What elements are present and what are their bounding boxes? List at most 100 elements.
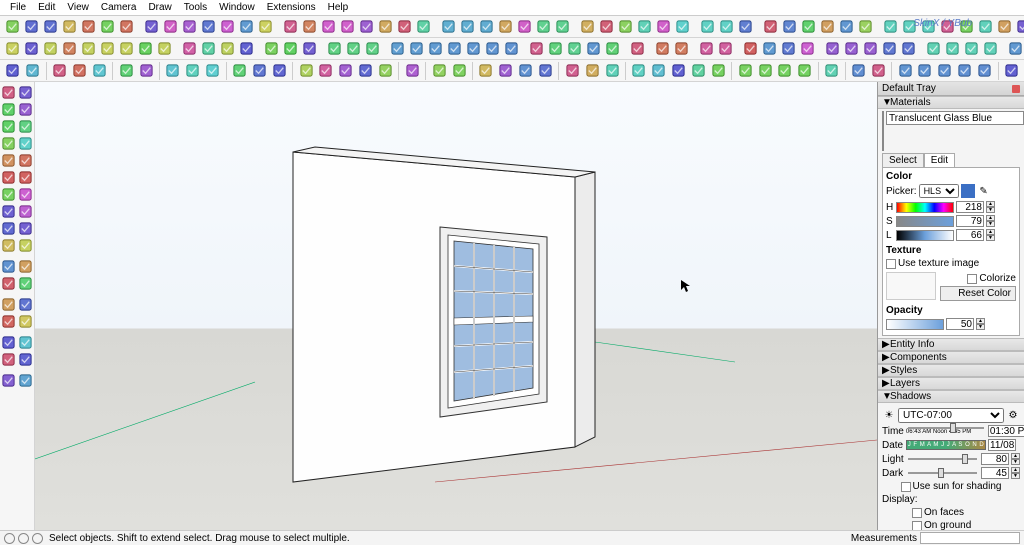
measurements-input[interactable] xyxy=(920,532,1020,544)
menu-window[interactable]: Window xyxy=(213,0,261,15)
green-icon[interactable] xyxy=(61,39,78,58)
lum-spinner[interactable]: ▲▼ xyxy=(986,229,995,241)
on-ground-checkbox[interactable] xyxy=(912,521,922,531)
export-icon[interactable] xyxy=(823,61,841,80)
steel-icon[interactable] xyxy=(838,17,855,36)
pin-icon[interactable] xyxy=(1012,85,1020,93)
paint2-icon[interactable] xyxy=(345,39,362,58)
scale-tool[interactable] xyxy=(17,220,34,237)
polygon-tool[interactable] xyxy=(0,152,17,169)
material-name-input[interactable] xyxy=(886,111,1024,125)
menu-camera[interactable]: Camera xyxy=(95,0,143,15)
sphere-draw-icon[interactable] xyxy=(117,61,135,80)
red1-icon[interactable] xyxy=(4,39,21,58)
sandbox1-icon[interactable] xyxy=(882,17,899,36)
unhide-icon[interactable] xyxy=(164,61,182,80)
cube-front-icon[interactable] xyxy=(23,17,40,36)
cont-icon[interactable] xyxy=(780,39,797,58)
select-tool[interactable] xyxy=(0,84,17,101)
tape-tool[interactable] xyxy=(17,237,34,254)
slope2-icon[interactable] xyxy=(717,39,734,58)
follow-icon[interactable] xyxy=(238,17,255,36)
cube-iso-icon[interactable] xyxy=(4,17,21,36)
cube-right-icon[interactable] xyxy=(80,17,97,36)
bulb-icon[interactable] xyxy=(1002,61,1020,80)
shadows-toggle-icon[interactable]: ☀ xyxy=(882,409,896,423)
door-icon[interactable] xyxy=(636,17,653,36)
eyedropper-icon[interactable]: ✎ xyxy=(977,184,991,198)
cloud3-icon[interactable] xyxy=(963,39,980,58)
sun-icon[interactable] xyxy=(231,61,249,80)
opacity-value[interactable] xyxy=(946,318,974,330)
push-tool[interactable] xyxy=(17,186,34,203)
panel-materials-header[interactable]: ▼Materials xyxy=(878,96,1024,109)
box1-icon[interactable] xyxy=(440,17,457,36)
wall-icon[interactable] xyxy=(579,17,596,36)
arc3-tool[interactable] xyxy=(17,169,34,186)
pencil-tool[interactable] xyxy=(0,101,17,118)
pie-tool[interactable] xyxy=(0,186,17,203)
menu-help[interactable]: Help xyxy=(322,0,355,15)
cart-icon[interactable] xyxy=(849,61,867,80)
follow2-tool[interactable] xyxy=(0,237,17,254)
tube-icon[interactable] xyxy=(604,39,621,58)
dim-icon[interactable] xyxy=(450,61,468,80)
vert-icon[interactable] xyxy=(761,39,778,58)
explode-icon[interactable] xyxy=(497,61,515,80)
chamfer-icon[interactable] xyxy=(162,17,179,36)
reset-color-button[interactable]: Reset Color xyxy=(940,286,1016,301)
fillet-icon[interactable] xyxy=(143,17,160,36)
use-sun-checkbox[interactable] xyxy=(901,482,911,492)
gem-icon[interactable] xyxy=(629,39,646,58)
offset-icon[interactable] xyxy=(200,17,217,36)
measure-icon[interactable] xyxy=(430,61,448,80)
sphere-g-icon[interactable] xyxy=(547,39,564,58)
parallel-icon[interactable] xyxy=(282,17,299,36)
plane-icon[interactable] xyxy=(250,61,268,80)
pan-tool[interactable] xyxy=(17,296,34,313)
rect-tool[interactable] xyxy=(0,135,17,152)
previz-icon[interactable] xyxy=(1015,17,1024,36)
boxes3-icon[interactable] xyxy=(554,17,571,36)
cyan-icon[interactable] xyxy=(80,39,97,58)
v1-icon[interactable] xyxy=(736,61,754,80)
date-slider[interactable]: J F M A M J J A S O N D xyxy=(906,440,986,450)
grid3-icon[interactable] xyxy=(699,17,716,36)
light-value[interactable] xyxy=(981,453,1009,465)
eraser-tool[interactable] xyxy=(17,84,34,101)
box-sel-icon[interactable] xyxy=(71,61,89,80)
yellow-icon[interactable] xyxy=(42,39,59,58)
cloud2-icon[interactable] xyxy=(944,39,961,58)
axes5-icon[interactable] xyxy=(976,61,994,80)
circle-tool[interactable] xyxy=(17,135,34,152)
offset2-tool[interactable] xyxy=(0,203,17,220)
cloud1-icon[interactable] xyxy=(925,39,942,58)
lamp-icon[interactable] xyxy=(528,39,545,58)
swap-icon[interactable] xyxy=(181,39,198,58)
3d-viewport[interactable] xyxy=(35,82,877,530)
move-tool[interactable] xyxy=(17,203,34,220)
arc-tool[interactable] xyxy=(17,152,34,169)
cone-icon[interactable] xyxy=(585,39,602,58)
flip-icon[interactable] xyxy=(200,39,217,58)
hue-slider[interactable] xyxy=(896,202,954,213)
boxes2-icon[interactable] xyxy=(535,17,552,36)
b6-icon[interactable] xyxy=(484,39,501,58)
axes4-icon[interactable] xyxy=(956,61,974,80)
comp1-icon[interactable] xyxy=(1007,39,1024,58)
walk-icon[interactable] xyxy=(583,61,601,80)
b2-icon[interactable] xyxy=(408,39,425,58)
component-icon[interactable] xyxy=(537,61,555,80)
arc-b-icon[interactable] xyxy=(339,17,356,36)
tri-icon[interactable] xyxy=(337,61,355,80)
cube-bottom-icon[interactable] xyxy=(118,17,135,36)
truss-icon[interactable] xyxy=(800,17,817,36)
dim2-tool[interactable] xyxy=(17,258,34,275)
orange-icon[interactable] xyxy=(23,39,40,58)
beams-icon[interactable] xyxy=(781,17,798,36)
profile-icon[interactable] xyxy=(819,17,836,36)
b1-icon[interactable] xyxy=(389,39,406,58)
sat-value[interactable] xyxy=(956,215,984,227)
slab-icon[interactable] xyxy=(674,17,691,36)
sat-slider[interactable] xyxy=(896,216,954,227)
